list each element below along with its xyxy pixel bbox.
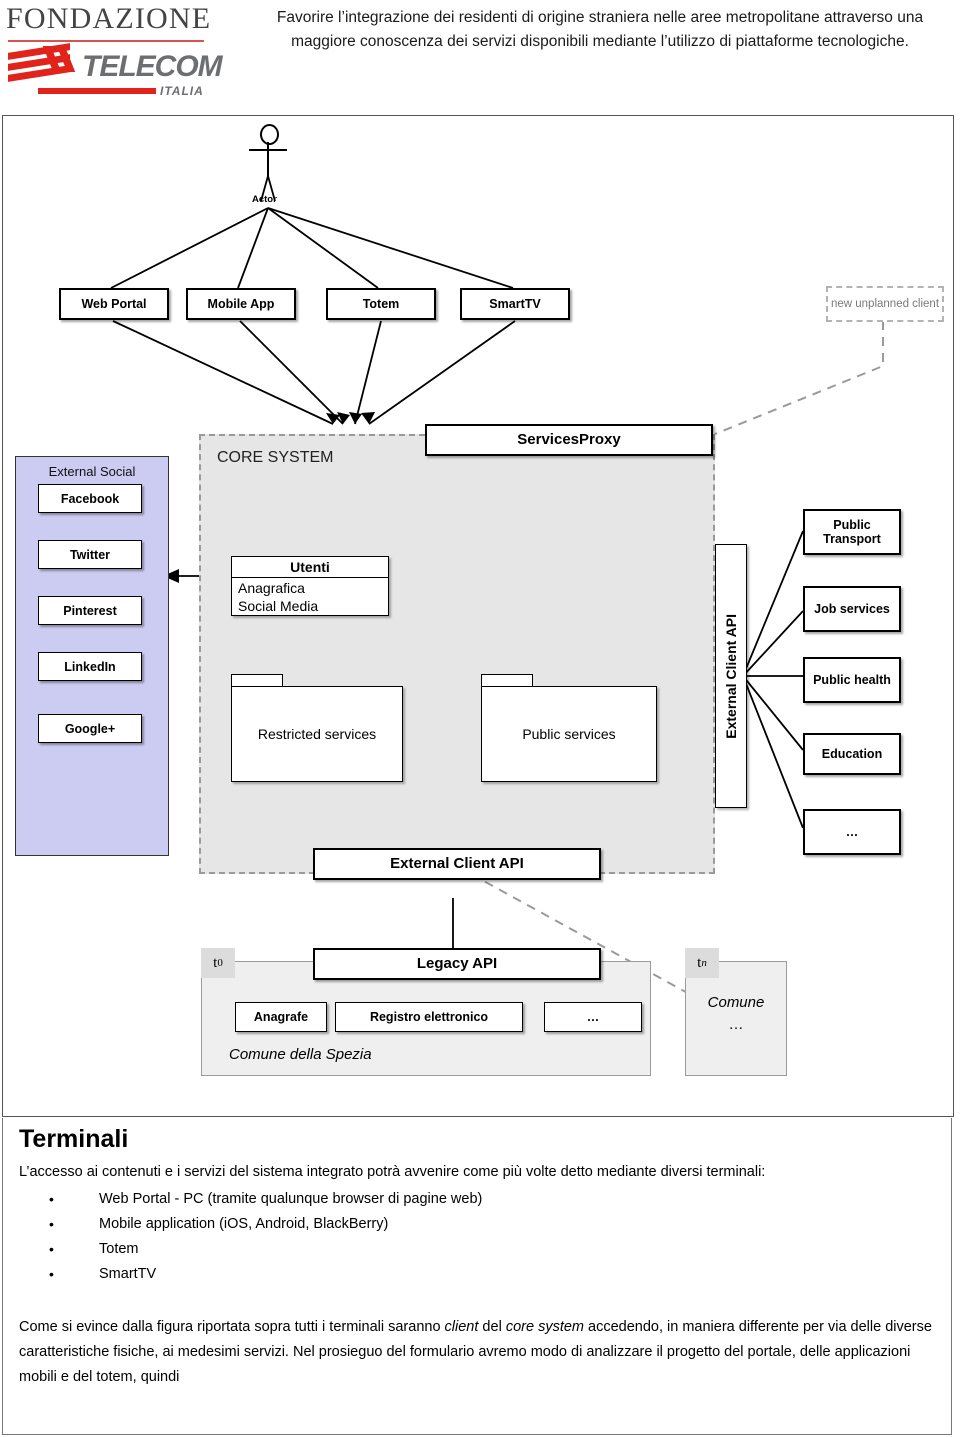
closing-text-1: Come si evince dalla figura riportata so…	[19, 1319, 445, 1335]
closing-paragraph: Come si evince dalla figura riportata so…	[19, 1315, 935, 1390]
actor-label: Actor	[252, 194, 277, 205]
utenti-line-social-media: Social Media	[238, 598, 319, 614]
telecom-italia-logo: TELECOM ITALIA	[8, 43, 223, 104]
logo-underbar	[38, 88, 156, 94]
closing-emphasis-client: client	[444, 1319, 479, 1335]
client-box-new-unplanned: new unplanned client	[826, 286, 944, 322]
external-service-education[interactable]: Education	[803, 733, 901, 775]
social-box-pinterest[interactable]: Pinterest	[38, 596, 142, 625]
client-box-totem[interactable]: Totem	[326, 288, 436, 320]
list-item: Web Portal - PC (tramite qualunque brows…	[49, 1187, 935, 1212]
terminals-list: Web Portal - PC (tramite qualunque brows…	[19, 1187, 935, 1287]
social-box-linkedin[interactable]: LinkedIn	[38, 652, 142, 681]
package-label: Public services	[481, 686, 657, 782]
actor-arms-line	[249, 149, 287, 151]
fondazione-wordmark: FONDAZIONE	[6, 2, 212, 35]
package-public-services[interactable]: Public services	[481, 674, 657, 782]
logo-divider-rule	[8, 40, 204, 42]
utenti-line-anagrafica: Anagrafica	[238, 580, 305, 596]
telecom-wordmark: TELECOM	[82, 50, 223, 83]
comune-dots-label: …	[728, 1016, 744, 1033]
external-service-public-transport[interactable]: Public Transport	[803, 509, 901, 555]
external-client-api-vertical-label: External Client API	[723, 613, 739, 739]
intro-paragraph: L’accesso ai contenuti e i servizi del s…	[19, 1164, 766, 1180]
social-box-googleplus[interactable]: Google+	[38, 714, 142, 743]
core-system-title: CORE SYSTEM	[217, 449, 334, 466]
comune-label: Comune	[707, 994, 765, 1011]
external-service-job-services[interactable]: Job services	[803, 586, 901, 632]
client-box-smarttv[interactable]: SmartTV	[460, 288, 570, 320]
t0-time-label: t0	[201, 948, 235, 978]
client-box-web-portal[interactable]: Web Portal	[59, 288, 169, 320]
external-client-api-bottom-box[interactable]: External Client API	[313, 848, 601, 880]
architecture-diagram: Actor Web Portal Mobile App Totem SmartT…	[2, 115, 954, 1117]
fondazione-telecom-logo: FONDAZIONE TELECOM ITALIA	[4, 2, 223, 106]
utenti-title: Utenti	[232, 557, 388, 578]
core-system-region	[199, 434, 715, 874]
legacy-module-anagrafe[interactable]: Anagrafe	[235, 1002, 327, 1032]
t0-label-sub: 0	[217, 957, 223, 969]
services-proxy-box[interactable]: ServicesProxy	[425, 424, 713, 456]
page-header: FONDAZIONE TELECOM ITALIA Favorire l’int…	[0, 0, 960, 112]
utenti-class-box[interactable]: Utenti Anagrafica Social Media	[231, 556, 389, 616]
section-heading-terminali: Terminali	[19, 1125, 129, 1153]
social-box-facebook[interactable]: Facebook	[38, 484, 142, 513]
external-service-more[interactable]: …	[803, 809, 901, 855]
legacy-module-registro-elettronico[interactable]: Registro elettronico	[335, 1002, 523, 1032]
actor-body-line	[267, 142, 269, 176]
comune-spezia-label: Comune della Spezia	[229, 1046, 372, 1063]
external-client-api-vertical-bar[interactable]: External Client API	[715, 544, 747, 808]
package-restricted-services[interactable]: Restricted services	[231, 674, 403, 782]
list-item: Mobile application (iOS, Android, BlackB…	[49, 1212, 935, 1237]
legacy-api-box[interactable]: Legacy API	[313, 948, 601, 980]
closing-emphasis-core-system: core system	[505, 1319, 584, 1335]
list-item: Totem	[49, 1237, 935, 1262]
legacy-module-more[interactable]: …	[544, 1002, 642, 1032]
page-title: Favorire l’integrazione dei residenti di…	[276, 9, 924, 50]
closing-text-2: del	[478, 1319, 506, 1335]
italia-wordmark: ITALIA	[160, 84, 204, 98]
tn-label-sub: n	[701, 957, 707, 969]
client-box-mobile-app[interactable]: Mobile App	[186, 288, 296, 320]
social-box-twitter[interactable]: Twitter	[38, 540, 142, 569]
tn-time-label: tn	[685, 948, 719, 978]
external-service-public-health[interactable]: Public health	[803, 657, 901, 703]
utenti-attributes: Anagrafica Social Media	[232, 578, 388, 615]
external-social-title: External Social	[48, 464, 136, 479]
package-label: Restricted services	[231, 686, 403, 782]
actor-head-icon	[260, 124, 279, 145]
list-item: SmartTV	[49, 1262, 935, 1287]
body-text-section: Terminali L’accesso ai contenuti e i ser…	[2, 1118, 952, 1435]
